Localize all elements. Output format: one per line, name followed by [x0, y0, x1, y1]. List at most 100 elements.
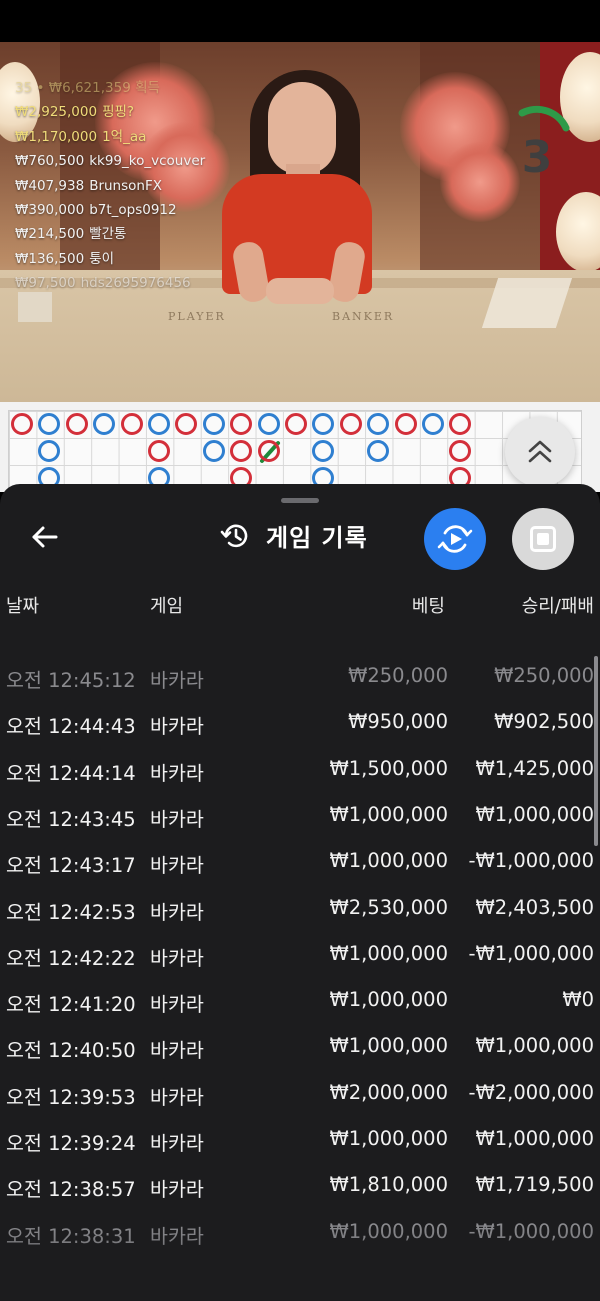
row-bet: ₩1,000,000	[329, 941, 448, 965]
banker-marker	[65, 413, 88, 435]
row-bet: ₩1,810,000	[329, 1173, 448, 1197]
row-game: 바카라	[150, 993, 204, 1017]
row-result: ₩1,000,000	[475, 1127, 594, 1150]
banker-marker	[449, 440, 472, 462]
row-time: 오전 12:39:53	[6, 1085, 136, 1109]
bead-road-grid	[8, 410, 582, 490]
row-game: 바카라	[150, 1132, 204, 1155]
table-row[interactable]: 오전 12:38:57 바카라 ₩1,810,000 ₩1,719,500	[0, 1163, 600, 1209]
banker-marker	[394, 413, 417, 435]
row-bet: ₩2,000,000	[329, 1080, 448, 1104]
table-row[interactable]: 오전 12:39:53 바카라 ₩2,000,000 -₩2,000,000	[0, 1071, 600, 1117]
player-marker	[148, 413, 170, 435]
player-marker	[202, 440, 225, 462]
ticker-amount: ₩97,500	[15, 275, 76, 292]
ticker-amount: ₩2,925,000	[15, 104, 98, 121]
ticker-player-name: 퉁이	[89, 250, 115, 267]
row-bet: ₩1,500,000	[329, 756, 448, 780]
player-marker	[38, 413, 61, 435]
row-time: 오전 12:42:53	[6, 900, 136, 924]
stop-button[interactable]	[512, 508, 574, 570]
ticker-amount: ₩1,170,000	[15, 128, 98, 145]
row-game: 바카라	[150, 715, 204, 739]
ticker-player-name: hds2695976456	[80, 275, 191, 292]
row-game: 바카라	[150, 946, 204, 970]
row-result: -₩2,000,000	[468, 1080, 594, 1104]
row-game: 바카라	[150, 900, 204, 924]
countdown-number: 3	[521, 132, 553, 183]
row-bet: ₩2,530,000	[329, 895, 448, 919]
list-fade	[0, 1224, 600, 1301]
table-label-player: PLAYER	[168, 310, 226, 323]
player-marker	[367, 413, 390, 435]
row-game: 바카라	[150, 1178, 204, 1202]
ticker-header: 35 • ₩6,621,359 획득	[15, 80, 160, 96]
banker-marker	[230, 440, 253, 462]
row-time: 오전 12:45:12	[6, 669, 136, 692]
stop-icon-inner	[537, 533, 549, 545]
ticker-player-name: 빨간통	[89, 226, 127, 243]
table-row[interactable]: 오전 12:40:50 바카라 ₩1,000,000 ₩1,000,000	[0, 1024, 600, 1070]
row-result: -₩1,000,000	[468, 941, 594, 965]
player-marker	[367, 440, 390, 462]
banker-marker	[148, 440, 170, 462]
row-bet: ₩1,000,000	[329, 849, 448, 873]
row-game: 바카라	[150, 1039, 204, 1063]
ticker-item: ₩2,925,000 핑핑?	[15, 100, 205, 124]
row-bet: ₩1,000,000	[329, 1127, 448, 1150]
row-time: 오전 12:42:22	[6, 946, 136, 970]
ticker-player-name: kk99_ko_vcouver	[89, 153, 206, 170]
arrow-left-icon	[32, 526, 58, 548]
banker-marker	[339, 413, 362, 435]
row-bet: ₩1,000,000	[329, 802, 448, 826]
replay-video-icon	[437, 525, 473, 553]
banker-marker	[11, 413, 33, 435]
row-result: ₩1,000,000	[475, 802, 594, 826]
row-game: 바카라	[150, 669, 204, 692]
table-row[interactable]: 오전 12:42:53 바카라 ₩2,530,000 ₩2,403,500	[0, 886, 600, 932]
winners-ticker: 35 • ₩6,621,359 획득 ₩2,925,000 핑핑? ₩1,170,00…	[15, 76, 205, 296]
table-row[interactable]: 오전 12:45:12 바카라 ₩250,000 ₩250,000	[0, 654, 600, 700]
scrollbar[interactable]	[594, 656, 598, 846]
back-button[interactable]	[28, 520, 62, 554]
player-marker	[38, 440, 61, 462]
row-result: ₩0	[562, 988, 594, 1012]
sheet-drag-handle[interactable]	[281, 498, 319, 503]
table-row[interactable]: 오전 12:42:22 바카라 ₩1,000,000 -₩1,000,000	[0, 932, 600, 978]
ticker-item: ₩407,938 BrunsonFX	[15, 174, 205, 198]
player-marker	[312, 413, 335, 435]
table-row[interactable]: 오전 12:44:43 바카라 ₩950,000 ₩902,500	[0, 700, 600, 746]
player-marker	[312, 440, 335, 462]
history-clock-icon	[220, 524, 248, 547]
row-result: ₩2,403,500	[475, 895, 594, 919]
table-row[interactable]: 오전 12:41:20 바카라 ₩1,000,000 ₩0	[0, 978, 600, 1024]
ticker-player-name: BrunsonFX	[89, 177, 162, 194]
row-time: 오전 12:39:24	[6, 1132, 136, 1155]
row-time: 오전 12:44:43	[6, 715, 136, 739]
banker-marker	[449, 413, 472, 435]
table-row[interactable]: 오전 12:43:45 바카라 ₩1,000,000 ₩1,000,000	[0, 793, 600, 839]
row-bet: ₩1,000,000	[329, 1034, 448, 1058]
row-result: ₩1,000,000	[475, 1034, 594, 1058]
replay-video-button[interactable]	[424, 508, 486, 570]
history-header: 게임 기록	[220, 518, 368, 553]
row-time: 오전 12:41:20	[6, 993, 136, 1017]
row-bet: ₩950,000	[348, 710, 448, 734]
ticker-amount: ₩407,938	[15, 177, 85, 194]
table-row[interactable]: 오전 12:44:14 바카라 ₩1,500,000 ₩1,425,000	[0, 747, 600, 793]
ticker-amount: ₩760,500	[15, 153, 85, 170]
table-row[interactable]: 오전 12:39:24 바카라 ₩1,000,000 ₩1,000,000	[0, 1117, 600, 1163]
row-bet: ₩1,000,000	[329, 988, 448, 1012]
dealer-face	[268, 82, 336, 174]
page-title: 게임 기록	[266, 524, 368, 552]
row-result: ₩1,425,000	[475, 756, 594, 780]
row-result: ₩1,719,500	[475, 1173, 594, 1197]
history-list[interactable]: 오전 12:45:12 바카라 ₩250,000 ₩250,000 오전 12:44:4…	[0, 612, 600, 1301]
banker-marker	[175, 413, 198, 435]
game-history-sheet: 게임 기록 날짜 게임 베팅 승리/패배 오전 12:45:12 바카라 ₩250,…	[0, 484, 600, 1301]
chip-stack	[18, 292, 52, 322]
ticker-amount: ₩390,000	[15, 202, 85, 219]
expand-roadmap-button[interactable]	[505, 417, 575, 487]
table-row[interactable]: 오전 12:43:17 바카라 ₩1,000,000 -₩1,000,000	[0, 839, 600, 885]
row-time: 오전 12:40:50	[6, 1039, 136, 1063]
